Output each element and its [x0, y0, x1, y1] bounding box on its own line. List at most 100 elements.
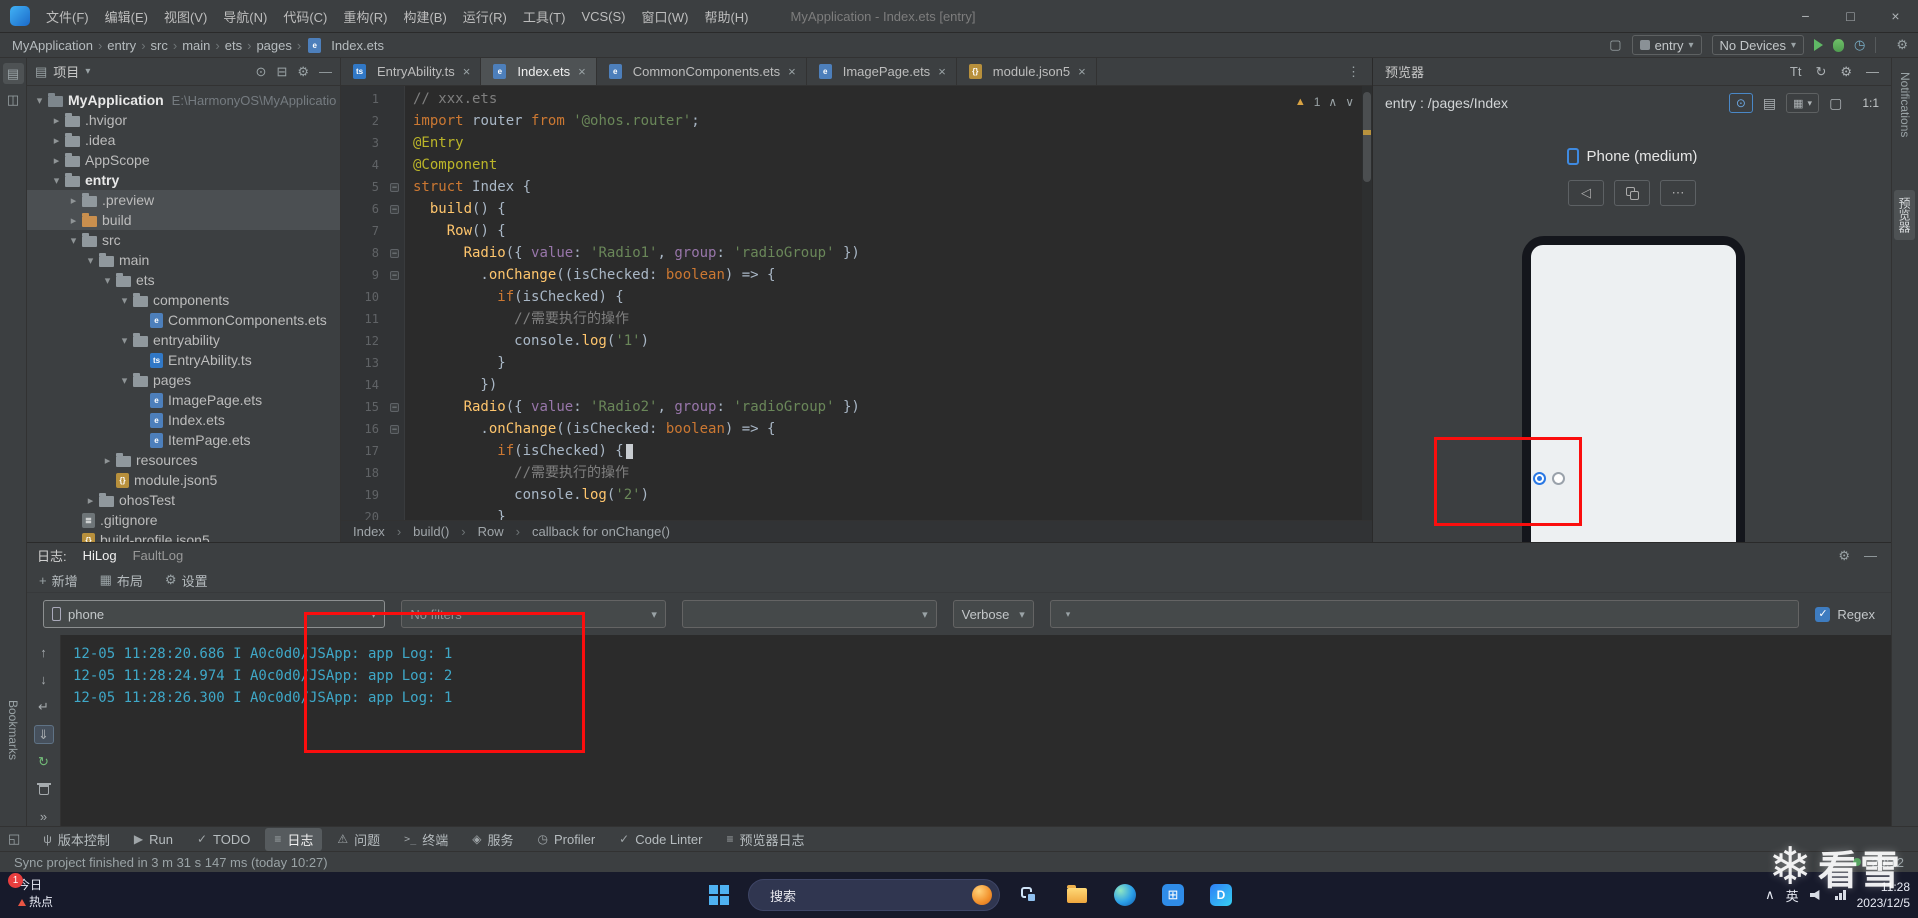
menu-item[interactable]: 代码(C)	[275, 0, 335, 33]
fold-marker[interactable]: −	[387, 270, 405, 280]
deveco-taskbar-button[interactable]: D	[1202, 875, 1240, 915]
tree-row[interactable]: ▸ .hvigor	[27, 110, 340, 130]
tree-chevron-icon[interactable]: ▾	[118, 334, 131, 347]
code-line[interactable]: 19 console.log('2')	[341, 484, 1372, 506]
maximize-icon[interactable]: □	[1828, 0, 1873, 33]
tree-chevron-icon[interactable]: ▾	[101, 274, 114, 287]
code-line[interactable]: 9− .onChange((isChecked: boolean) => {	[341, 264, 1372, 286]
browser-button[interactable]	[1106, 875, 1144, 915]
fit-frame-icon[interactable]: ▢	[1829, 95, 1842, 112]
regex-checkbox[interactable]: ✓	[1815, 606, 1831, 622]
tree-chevron-icon[interactable]: ▾	[50, 174, 63, 187]
close-icon[interactable]: ×	[1873, 0, 1918, 33]
scroll-to-bottom-icon[interactable]: ↓	[34, 670, 54, 689]
menu-item[interactable]: 重构(R)	[335, 0, 395, 33]
tree-row[interactable]: ▸ resources	[27, 450, 340, 470]
volume-icon[interactable]	[1809, 889, 1820, 901]
tree-chevron-icon[interactable]: ▸	[50, 134, 63, 147]
tree-row[interactable]: ▾ pages	[27, 370, 340, 390]
code-line[interactable]: 1 // xxx.ets	[341, 88, 1372, 110]
tree-row[interactable]: {} build-profile.json5	[27, 530, 340, 542]
device-manager-icon[interactable]: ▢	[1609, 37, 1621, 53]
tree-row[interactable]: ▾ components	[27, 290, 340, 310]
breadcrumb-item[interactable]: pages	[256, 38, 291, 53]
log-settings-icon[interactable]: ⚙	[1838, 548, 1850, 564]
tool-tab-5[interactable]: >_ 终端	[395, 828, 457, 851]
start-button[interactable]	[700, 875, 738, 915]
tree-row[interactable]: ▸ build	[27, 210, 340, 230]
breadcrumb-item[interactable]: e Index.ets	[306, 37, 384, 53]
panel-settings-icon[interactable]: ⚙	[297, 64, 309, 80]
tray-expand-icon[interactable]: ∧	[1765, 887, 1775, 903]
editor-tab[interactable]: e Index.ets ×	[481, 58, 597, 85]
code-line[interactable]: 18 //需要执行的操作	[341, 462, 1372, 484]
tree-chevron-icon[interactable]: ▸	[50, 154, 63, 167]
code-line[interactable]: 2 import router from '@ohos.router';	[341, 110, 1372, 132]
tree-chevron-icon[interactable]: ▸	[67, 194, 80, 207]
tree-row[interactable]: e CommonComponents.ets	[27, 310, 340, 330]
breadcrumb-item[interactable]: src	[151, 38, 168, 53]
chevron-down-icon[interactable]: ▾	[85, 66, 90, 77]
menu-item[interactable]: 工具(T)	[515, 0, 574, 33]
log-action[interactable]: ▦ 布局	[100, 571, 143, 590]
code-line[interactable]: 16− .onChange((isChecked: boolean) => {	[341, 418, 1372, 440]
log-filter-dropdown[interactable]: No filters ▾	[401, 600, 666, 628]
tree-chevron-icon[interactable]: ▸	[50, 114, 63, 127]
zoom-level[interactable]: 1:1	[1862, 96, 1879, 110]
previewer-settings-icon[interactable]: ⚙	[1840, 64, 1852, 80]
project-stripe-icon[interactable]: ▤	[2, 63, 24, 84]
code-line[interactable]: 6− build() {	[341, 198, 1372, 220]
tree-row[interactable]: e Index.ets	[27, 410, 340, 430]
run-config-dropdown[interactable]: entry ▾	[1631, 35, 1702, 55]
inspect-mode-icon[interactable]: ⊙	[1728, 93, 1753, 113]
close-icon[interactable]: ×	[578, 64, 586, 79]
news-widget[interactable]: 1 今日 热点	[8, 873, 53, 912]
next-problem-icon[interactable]: ∨	[1345, 95, 1354, 109]
more-button[interactable]: ⋯	[1660, 180, 1696, 206]
scrollbar-thumb[interactable]	[1363, 92, 1371, 182]
project-panel-title[interactable]: 项目	[53, 62, 79, 81]
warning-marker[interactable]	[1363, 130, 1371, 135]
fold-marker[interactable]: −	[387, 402, 405, 412]
bookmarks-stripe-label[interactable]: Bookmarks	[6, 700, 20, 760]
more-actions-icon[interactable]: »	[34, 807, 54, 826]
code-line[interactable]: 14 })	[341, 374, 1372, 396]
code-line[interactable]: 5− struct Index {	[341, 176, 1372, 198]
clear-log-icon[interactable]	[34, 779, 54, 798]
breadcrumb-item[interactable]: entry	[107, 38, 136, 53]
minimize-icon[interactable]: −	[1783, 0, 1828, 33]
scroll-to-top-icon[interactable]: ↑	[34, 643, 54, 662]
code-line[interactable]: 20 }	[341, 506, 1372, 520]
hide-panel-icon[interactable]: —	[319, 64, 332, 80]
log-level-dropdown[interactable]: Verbose ▾	[952, 600, 1034, 628]
code-line[interactable]: 10 if(isChecked) {	[341, 286, 1372, 308]
tree-row[interactable]: ▸ ohosTest	[27, 490, 340, 510]
close-icon[interactable]: ×	[1078, 64, 1086, 79]
soft-wrap-icon[interactable]: ↵	[34, 698, 54, 717]
log-action[interactable]: + 新增	[39, 571, 78, 590]
network-icon[interactable]	[1834, 890, 1846, 900]
process-filter-dropdown[interactable]: ▾	[681, 600, 937, 628]
log-search-input[interactable]: ▾	[1049, 600, 1800, 628]
log-output[interactable]: 12-05 11:28:20.686 I A0c0d0/JSApp: app L…	[61, 635, 1891, 826]
tool-tab-0[interactable]: ψ 版本控制	[34, 828, 119, 851]
breadcrumb-item[interactable]: ets	[225, 38, 242, 53]
fold-marker[interactable]: −	[387, 182, 405, 192]
close-icon[interactable]: ×	[938, 64, 946, 79]
tree-row[interactable]: ▾ main	[27, 250, 340, 270]
debug-button[interactable]	[1833, 38, 1844, 52]
editor-tab[interactable]: e ImagePage.ets ×	[807, 58, 957, 85]
breadcrumb-item[interactable]: main	[182, 38, 210, 53]
tool-tab-9[interactable]: ≡ 预览器日志	[717, 828, 813, 851]
log-action[interactable]: ⚙ 设置	[165, 571, 208, 590]
tree-row[interactable]: ▾ entryability	[27, 330, 340, 350]
device-dropdown[interactable]: No Devices ▾	[1711, 35, 1804, 55]
prev-problem-icon[interactable]: ∧	[1328, 95, 1337, 109]
menu-item[interactable]: 构建(B)	[395, 0, 454, 33]
profiler-button[interactable]: ◷	[1854, 37, 1865, 53]
back-button[interactable]: ◁	[1568, 180, 1604, 206]
settings-gear-icon[interactable]: ⚙	[1896, 37, 1908, 53]
tree-chevron-icon[interactable]: ▸	[84, 494, 97, 507]
device-filter-dropdown[interactable]: phone ▾	[43, 600, 386, 628]
tool-tab-8[interactable]: ✓ Code Linter	[610, 828, 711, 851]
